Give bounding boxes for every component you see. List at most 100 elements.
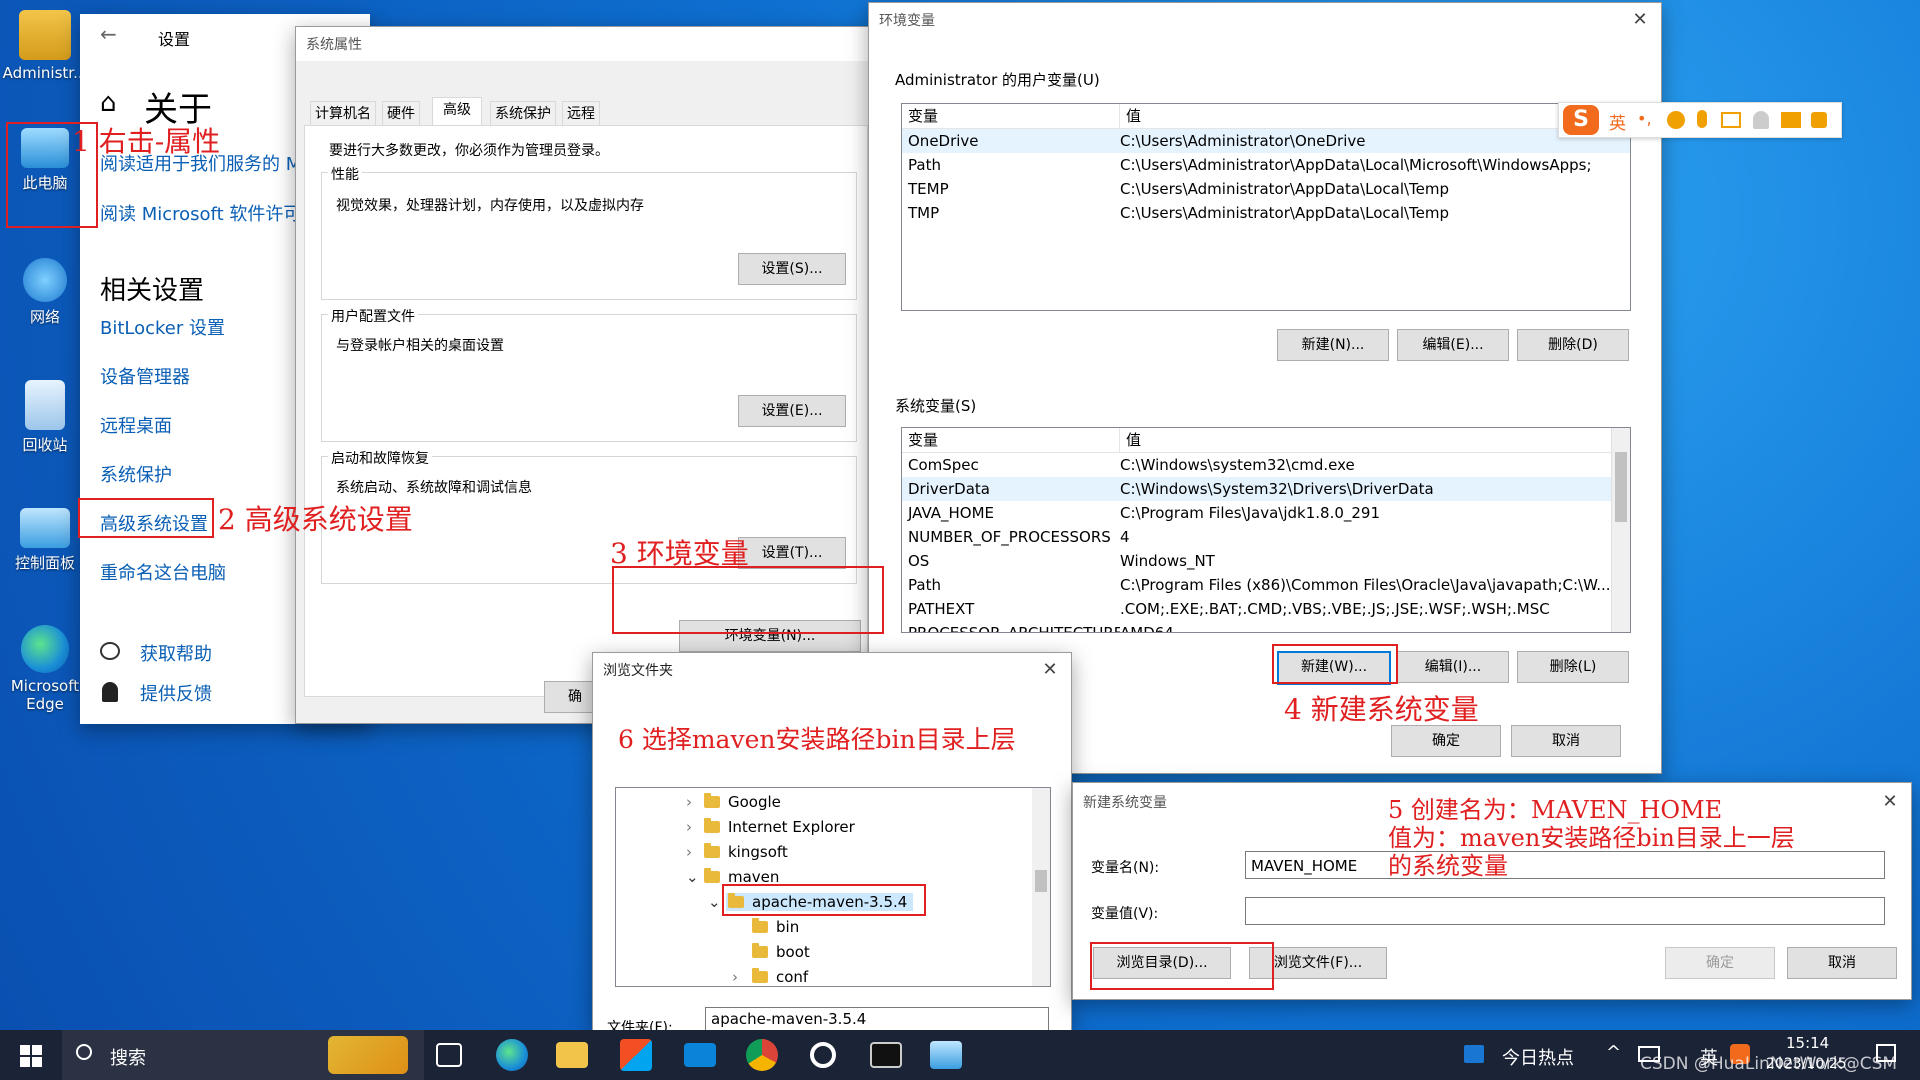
- system-edit-button[interactable]: 编辑(I)...: [1397, 651, 1509, 683]
- table-row[interactable]: Path C:\Users\Administrator\AppData\Loca…: [902, 153, 1630, 177]
- taskbar-search-box[interactable]: 搜索: [62, 1030, 424, 1080]
- vertical-scrollbar[interactable]: [1611, 428, 1630, 632]
- system-new-button[interactable]: 新建(W)...: [1277, 651, 1391, 685]
- user-variables-table[interactable]: 变量 值 OneDrive C:\Users\Administrator\One…: [901, 103, 1631, 311]
- mail-icon[interactable]: [684, 1043, 716, 1067]
- news-label[interactable]: 今日热点: [1502, 1044, 1574, 1070]
- tree-item-maven[interactable]: ⌄ maven: [686, 865, 779, 889]
- table-row[interactable]: TEMP C:\Users\Administrator\AppData\Loca…: [902, 177, 1630, 201]
- clock-time[interactable]: 15:14: [1786, 1034, 1829, 1052]
- system-properties-taskbar-icon[interactable]: [930, 1041, 962, 1069]
- desktop-icon-control-panel[interactable]: 控制面板: [0, 508, 90, 573]
- user-profile-settings-button[interactable]: 设置(E)...: [738, 395, 846, 427]
- env-cancel-button[interactable]: 取消: [1511, 725, 1621, 757]
- punctuation-toggle[interactable]: •,: [1637, 109, 1652, 128]
- system-delete-button[interactable]: 删除(L): [1517, 651, 1629, 683]
- tab-hardware[interactable]: 硬件: [382, 101, 420, 126]
- chevron-right-icon[interactable]: ›: [686, 840, 704, 864]
- startup-recovery-settings-button[interactable]: 设置(T)...: [738, 537, 846, 569]
- environment-variables-button[interactable]: 环境变量(N)...: [679, 620, 861, 652]
- store-icon[interactable]: [620, 1039, 652, 1071]
- chevron-down-icon[interactable]: ⌄: [686, 865, 704, 889]
- table-row[interactable]: PROCESSOR_ARCHITECTURE AMD64: [902, 621, 1630, 632]
- news-icon[interactable]: [1464, 1045, 1484, 1063]
- chrome-icon[interactable]: [746, 1039, 778, 1071]
- table-row[interactable]: DriverData C:\Windows\System32\Drivers\Dr…: [902, 477, 1630, 501]
- advanced-system-settings-link[interactable]: 高级系统设置: [100, 510, 208, 536]
- microphone-icon[interactable]: [1697, 110, 1707, 128]
- table-row[interactable]: OneDrive C:\Users\Administrator\OneDrive: [902, 129, 1630, 153]
- desktop-icon-administrator[interactable]: Administr...: [0, 10, 90, 82]
- get-help-link[interactable]: 获取帮助: [140, 640, 212, 666]
- table-row[interactable]: ComSpec C:\Windows\system32\cmd.exe: [902, 453, 1630, 477]
- tree-item-internet-explorer[interactable]: › Internet Explorer: [686, 815, 855, 839]
- column-header-variable[interactable]: 变量: [902, 428, 1120, 452]
- env-ok-button[interactable]: 确定: [1391, 725, 1501, 757]
- user-edit-button[interactable]: 编辑(E)...: [1397, 329, 1509, 361]
- tree-item-apache-maven[interactable]: ⌄ apache-maven-3.5.4: [708, 890, 914, 914]
- user-new-button[interactable]: 新建(N)...: [1277, 329, 1389, 361]
- license-terms-link[interactable]: 阅读 Microsoft 软件许可条: [100, 200, 319, 226]
- table-row[interactable]: NUMBER_OF_PROCESSORS 4: [902, 525, 1630, 549]
- tree-item-bin[interactable]: bin: [752, 915, 799, 939]
- chevron-down-icon[interactable]: ⌄: [708, 890, 726, 914]
- system-variables-table[interactable]: 变量 值 ComSpec C:\Windows\system32\cmd.exe …: [901, 427, 1631, 633]
- folder-input[interactable]: apache-maven-3.5.4: [705, 1007, 1049, 1031]
- bitlocker-settings-link[interactable]: BitLocker 设置: [100, 314, 225, 340]
- rename-pc-link[interactable]: 重命名这台电脑: [100, 559, 226, 585]
- desktop-icon-recycle-bin[interactable]: 回收站: [0, 380, 90, 455]
- variable-name-input[interactable]: MAVEN_HOME: [1245, 851, 1885, 879]
- column-header-value[interactable]: 值: [1120, 428, 1630, 452]
- folder-tree[interactable]: › Google › Internet Explorer › kingsoft ⌄ ma…: [615, 787, 1051, 987]
- close-icon[interactable]: ✕: [1039, 659, 1061, 681]
- chevron-right-icon[interactable]: ›: [732, 965, 752, 986]
- windows-start-icon[interactable]: [20, 1045, 42, 1067]
- ime-language-toggle[interactable]: 英: [1609, 109, 1626, 134]
- file-explorer-icon[interactable]: [556, 1042, 588, 1068]
- edge-taskbar-icon[interactable]: [496, 1039, 528, 1071]
- settings-gear-icon[interactable]: [810, 1042, 836, 1068]
- close-icon[interactable]: ✕: [1629, 9, 1651, 31]
- tab-system-protection[interactable]: 系统保护: [490, 101, 556, 126]
- tab-computer-name[interactable]: 计算机名: [310, 101, 376, 126]
- user-delete-button[interactable]: 删除(D): [1517, 329, 1629, 361]
- desktop-icon-network[interactable]: 网络: [0, 258, 90, 327]
- tree-item-boot[interactable]: boot: [752, 940, 810, 964]
- task-view-icon[interactable]: [436, 1043, 462, 1067]
- browse-file-button[interactable]: 浏览文件(F)...: [1249, 947, 1387, 979]
- user-icon[interactable]: [1753, 111, 1769, 129]
- back-arrow-icon[interactable]: ←: [100, 22, 117, 46]
- desktop-icon-edge[interactable]: Microsoft Edge: [0, 625, 90, 713]
- scrollbar-thumb[interactable]: [1035, 870, 1047, 892]
- vertical-scrollbar[interactable]: [1032, 788, 1050, 986]
- close-icon[interactable]: ✕: [1879, 791, 1901, 813]
- chevron-up-icon[interactable]: ^: [1606, 1042, 1621, 1063]
- column-header-variable[interactable]: 变量: [902, 104, 1120, 128]
- performance-settings-button[interactable]: 设置(S)...: [738, 253, 846, 285]
- table-row[interactable]: JAVA_HOME C:\Program Files\Java\jdk1.8.0_…: [902, 501, 1630, 525]
- new-var-cancel-button[interactable]: 取消: [1787, 947, 1897, 979]
- home-icon[interactable]: ⌂: [100, 88, 117, 118]
- device-manager-link[interactable]: 设备管理器: [100, 363, 190, 389]
- browse-directory-button[interactable]: 浏览目录(D)...: [1093, 947, 1231, 979]
- feedback-link[interactable]: 提供反馈: [140, 680, 212, 706]
- tab-advanced[interactable]: 高级: [432, 97, 482, 126]
- tab-remote[interactable]: 远程: [562, 101, 600, 126]
- scrollbar-thumb[interactable]: [1615, 452, 1627, 522]
- keyboard-icon[interactable]: [1721, 112, 1741, 128]
- terminal-icon[interactable]: [870, 1042, 902, 1068]
- system-protection-link[interactable]: 系统保护: [100, 461, 172, 487]
- chevron-right-icon[interactable]: ›: [686, 815, 704, 839]
- new-var-ok-button[interactable]: 确定: [1665, 947, 1775, 979]
- emoji-icon[interactable]: [1667, 111, 1685, 129]
- sogou-logo-icon[interactable]: S: [1563, 105, 1599, 135]
- table-row[interactable]: OS Windows_NT: [902, 549, 1630, 573]
- column-header-value[interactable]: 值: [1120, 104, 1630, 128]
- toolbox-icon[interactable]: [1811, 112, 1827, 128]
- tree-item-kingsoft[interactable]: › kingsoft: [686, 840, 788, 864]
- chevron-right-icon[interactable]: ›: [686, 790, 704, 814]
- tree-item-conf[interactable]: › conf: [732, 965, 808, 986]
- skin-icon[interactable]: [1781, 112, 1801, 128]
- table-row[interactable]: PATHEXT .COM;.EXE;.BAT;.CMD;.VBS;.VBE;.JS…: [902, 597, 1630, 621]
- tree-item-google[interactable]: › Google: [686, 790, 781, 814]
